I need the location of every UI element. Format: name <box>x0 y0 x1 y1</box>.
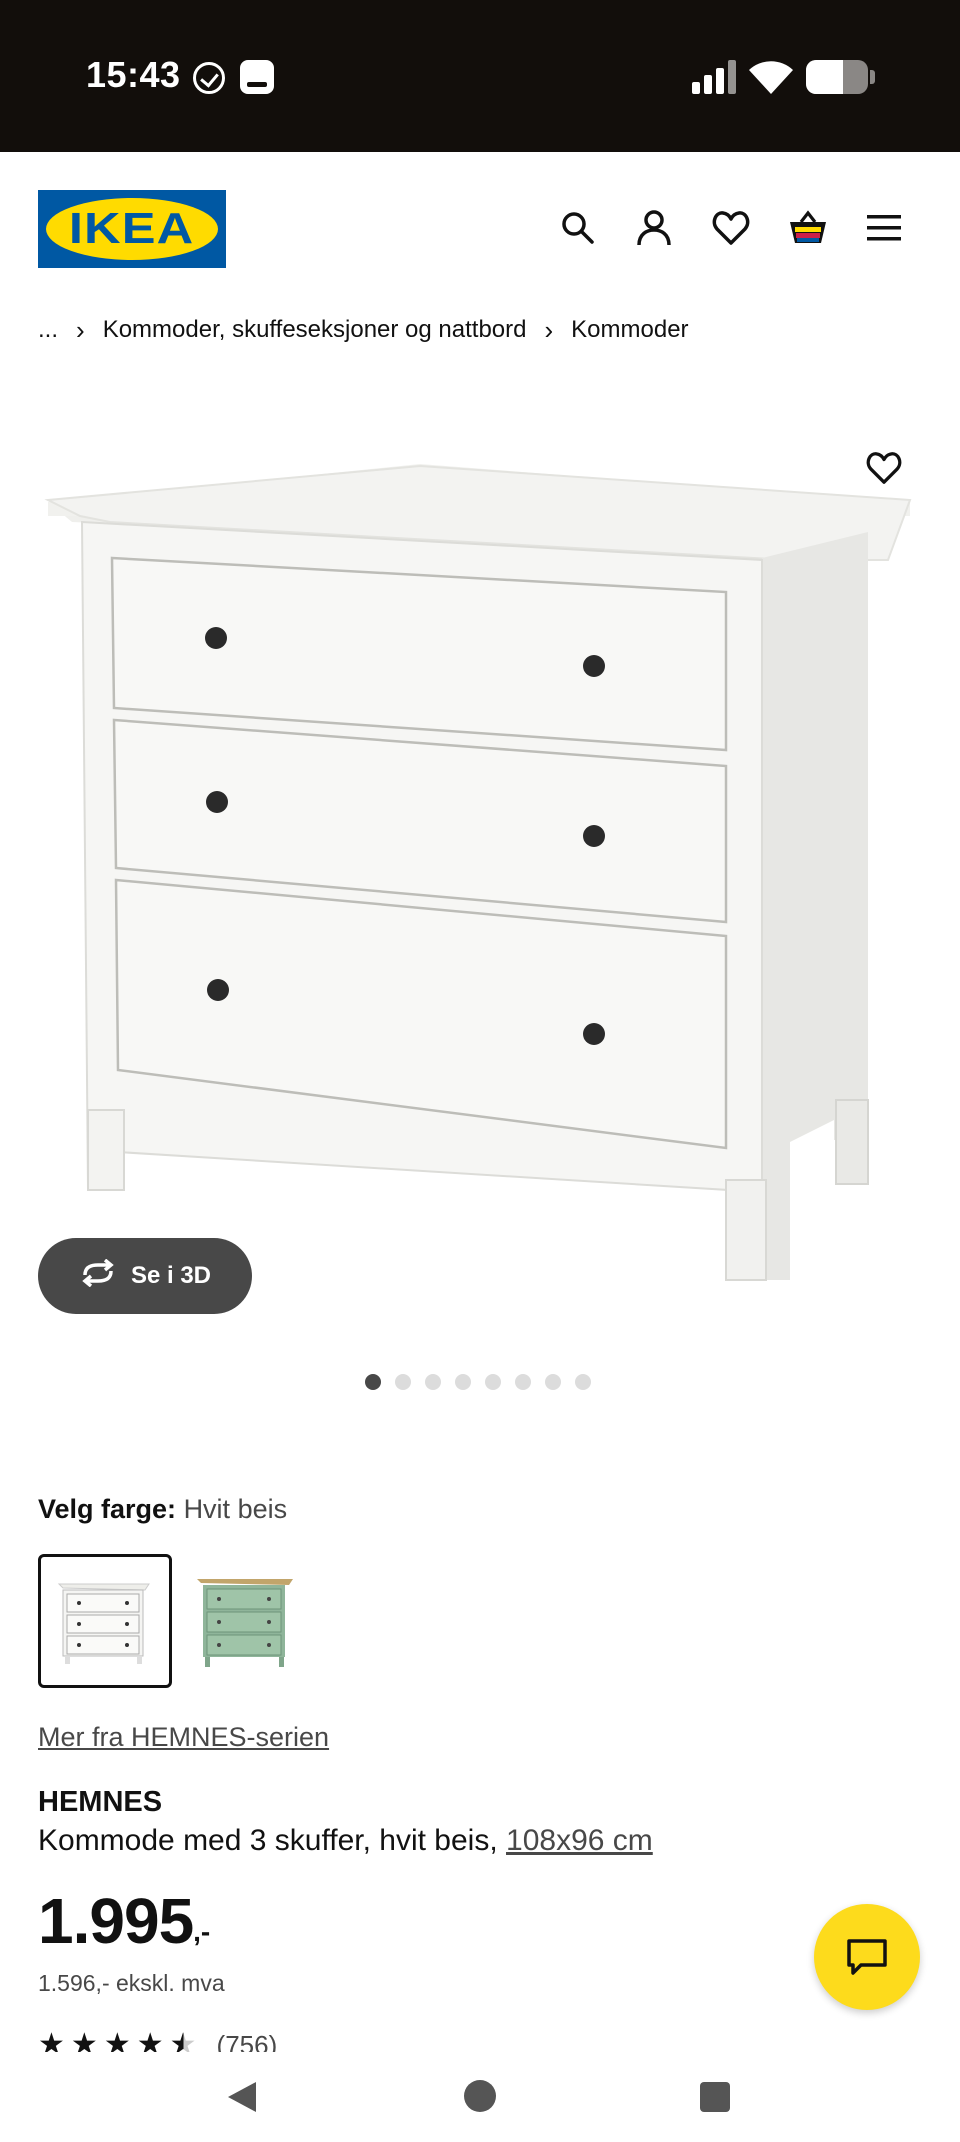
carousel-dot[interactable] <box>395 1374 411 1390</box>
star-icon: ★ <box>38 2030 65 2052</box>
price-main: 1.995 <box>38 1885 194 1957</box>
app-notification-icon <box>240 60 274 94</box>
check-circle-icon <box>193 62 225 94</box>
product-price: 1.995 ,- <box>38 1884 210 1958</box>
color-swatch-white[interactable] <box>38 1554 172 1688</box>
carousel-dot[interactable] <box>575 1374 591 1390</box>
status-bar: 15:43 <box>0 0 960 152</box>
review-count: (756) <box>216 2030 278 2052</box>
color-label-title: Velg farge: <box>38 1494 177 1524</box>
account-icon[interactable] <box>632 206 676 250</box>
home-icon[interactable] <box>464 2080 496 2112</box>
rating[interactable]: ★ ★ ★ ★ ★ (756) <box>38 2030 277 2052</box>
series-link[interactable]: Mer fra HEMNES-serien <box>38 1722 329 1753</box>
rotate-3d-icon <box>79 1258 117 1294</box>
status-time: 15:43 <box>86 54 181 95</box>
heart-icon[interactable] <box>709 206 753 250</box>
carousel-dot[interactable] <box>485 1374 501 1390</box>
product-name: HEMNES <box>38 1786 163 1818</box>
back-icon[interactable] <box>226 2080 258 2114</box>
product-description-text: Kommode med 3 skuffer, hvit beis, <box>38 1824 498 1857</box>
carousel-dot[interactable] <box>515 1374 531 1390</box>
logo-text: IKEA <box>69 204 195 253</box>
search-icon[interactable] <box>556 206 600 250</box>
half-star-icon: ★ <box>170 2030 197 2052</box>
price-ex-vat: 1.596,- ekskl. mva <box>38 1970 225 1996</box>
cart-icon[interactable] <box>786 206 830 250</box>
carousel-dot[interactable] <box>365 1374 381 1390</box>
star-icon: ★ <box>70 2030 98 2052</box>
wifi-icon <box>748 58 794 96</box>
star-icon: ★ <box>103 2030 131 2052</box>
carousel-dots <box>365 1374 591 1390</box>
site-header: IKEA <box>0 152 960 302</box>
chevron-right-icon: › <box>76 314 85 345</box>
recent-apps-icon[interactable] <box>700 2082 730 2112</box>
carousel-dot[interactable] <box>425 1374 441 1390</box>
chat-button[interactable] <box>814 1904 920 2010</box>
product-dimensions-link[interactable]: 108x96 cm <box>506 1824 653 1857</box>
carousel-dot[interactable] <box>545 1374 561 1390</box>
carousel-dot[interactable] <box>455 1374 471 1390</box>
product-description: Kommode med 3 skuffer, hvit beis, 108x96… <box>38 1824 653 1858</box>
signal-icon <box>692 60 738 94</box>
menu-icon[interactable] <box>862 206 906 250</box>
battery-icon <box>806 60 868 94</box>
breadcrumb-item-kommoder-skuffeseksjoner[interactable]: Kommoder, skuffeseksjoner og nattbord <box>103 316 527 344</box>
logo-oval: IKEA <box>46 198 218 260</box>
favourite-heart-icon[interactable] <box>862 446 906 490</box>
price-suffix: ,- <box>193 1916 211 1947</box>
breadcrumb-item-kommoder[interactable]: Kommoder <box>571 316 688 344</box>
see-in-3d-button[interactable]: Se i 3D <box>38 1238 252 1314</box>
ikea-logo[interactable]: IKEA <box>38 190 226 268</box>
battery-tip <box>870 70 875 84</box>
chat-bubble-icon <box>847 1939 887 1975</box>
color-selected-value: Hvit beis <box>183 1494 288 1524</box>
breadcrumb: ... › Kommoder, skuffeseksjoner og nattb… <box>38 312 689 348</box>
color-label: Velg farge: Hvit beis <box>38 1494 287 1525</box>
star-icon: ★ <box>136 2030 164 2052</box>
product-image[interactable] <box>0 420 960 1320</box>
see-in-3d-label: Se i 3D <box>130 1262 212 1289</box>
chevron-right-icon: › <box>544 314 554 345</box>
color-swatch-green[interactable] <box>178 1554 312 1688</box>
system-nav-bar <box>0 2052 960 2142</box>
breadcrumb-ellipsis[interactable]: ... <box>38 316 58 344</box>
